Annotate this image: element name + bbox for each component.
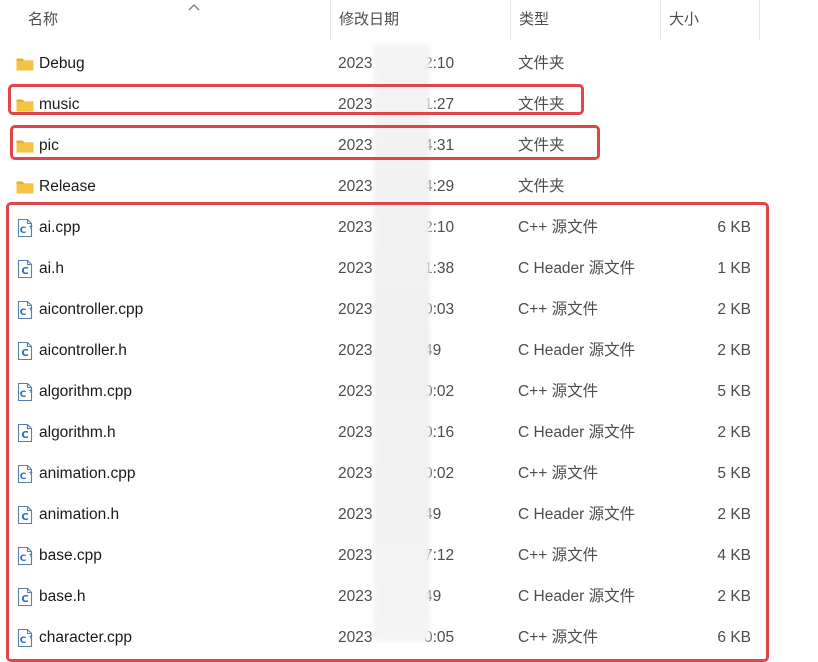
file-name: Debug: [39, 55, 85, 72]
file-type: 文件夹: [518, 178, 565, 195]
file-name: Release: [39, 178, 96, 195]
highlight-box-pic: [10, 125, 600, 160]
file-size: [680, 125, 751, 166]
column-header-date-label: 修改日期: [339, 11, 400, 28]
file-type: 文件夹: [518, 55, 565, 72]
highlight-box-source-files: [6, 202, 769, 662]
modified-date: 2023: [338, 178, 373, 195]
file-size: [680, 166, 751, 207]
sort-ascending-icon: [188, 4, 200, 11]
column-header-name[interactable]: 名称: [20, 0, 330, 40]
file-size: [680, 84, 751, 125]
column-header-bar: 名称 修改日期 类型 大小: [0, 0, 818, 40]
column-header-date[interactable]: 修改日期: [330, 0, 510, 40]
column-header-type[interactable]: 类型: [510, 0, 660, 40]
modified-date: 2023: [338, 55, 373, 72]
folder-icon: [15, 177, 35, 197]
column-header-name-label: 名称: [28, 11, 59, 28]
highlight-box-music: [8, 84, 584, 115]
column-header-type-label: 类型: [519, 11, 550, 28]
folder-icon: [15, 54, 35, 74]
file-size: [680, 43, 751, 84]
column-header-size-label: 大小: [669, 11, 700, 28]
column-header-size[interactable]: 大小: [660, 0, 760, 40]
